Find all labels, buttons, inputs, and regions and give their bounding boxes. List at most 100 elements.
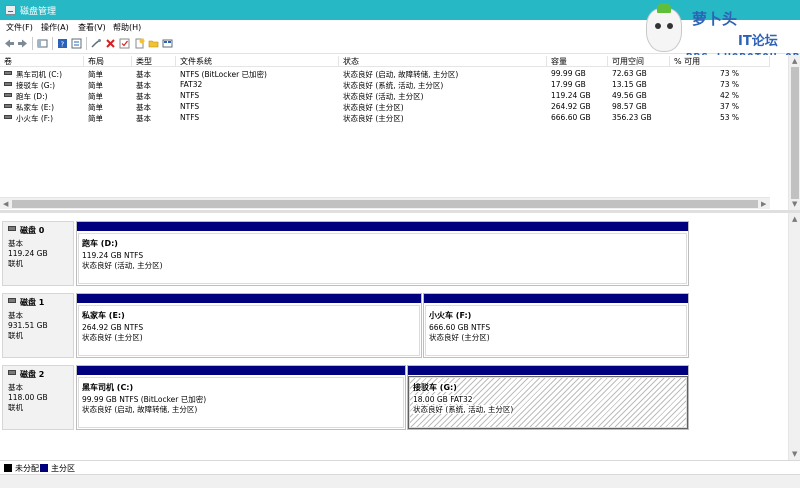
menu-action[interactable]: 操作(A) [41, 22, 69, 33]
disk-state: 联机 [8, 403, 23, 412]
column-header-capacity[interactable]: 容量 [547, 56, 608, 67]
cell-free-space: 72.63 GB [612, 69, 647, 78]
volume-icon [4, 82, 12, 86]
vertical-scrollbar[interactable]: ▲ ▼ [788, 55, 800, 210]
partition-title: 黑车司机 (C:) [82, 383, 134, 392]
scroll-down-arrow-icon[interactable]: ▼ [792, 450, 797, 458]
connect-icon[interactable] [91, 38, 102, 49]
disk-info[interactable]: 磁盘 2 基本 118.00 GB 联机 [2, 365, 74, 430]
scroll-right-arrow-icon[interactable]: ▶ [761, 200, 766, 208]
scroll-up-arrow-icon[interactable]: ▲ [792, 57, 797, 65]
partition-block[interactable]: 黑车司机 (C:) 99.99 GB NTFS (BitLocker 已加密) 状态… [76, 365, 406, 430]
menu-view[interactable]: 查看(V) [78, 22, 106, 33]
cell-layout: 简单 [88, 114, 103, 123]
vertical-scroll-thumb[interactable] [791, 67, 799, 199]
delete-icon[interactable] [105, 38, 116, 49]
forward-arrow-icon[interactable] [17, 38, 28, 49]
disk-type: 基本 [8, 311, 23, 320]
cell-capacity: 264.92 GB [551, 102, 591, 111]
column-header-status[interactable]: 状态 [339, 56, 547, 67]
partition-body: 黑车司机 (C:) 99.99 GB NTFS (BitLocker 已加密) 状态… [78, 377, 404, 428]
toolbar-separator [86, 37, 87, 50]
volume-list: 卷 布局 类型 文件系统 状态 容量 可用空间 % 可用 黑车司机 (C:) 简单… [0, 55, 800, 210]
legend-label-primary: 主分区 [51, 464, 75, 473]
scroll-left-arrow-icon[interactable]: ◀ [3, 200, 8, 208]
partition-status: 状态良好 (主分区) [429, 333, 490, 342]
disk-info[interactable]: 磁盘 1 基本 931.51 GB 联机 [2, 293, 74, 358]
partition-size-fs: 264.92 GB NTFS [82, 323, 144, 332]
column-header-type[interactable]: 类型 [132, 56, 176, 67]
table-row[interactable]: 小火车 (F:) 简单 基本 NTFS 状态良好 (主分区) 666.60 GB 356.2… [0, 112, 770, 123]
table-row[interactable]: 私家车 (E:) 简单 基本 NTFS 状态良好 (主分区) 264.92 GB 98.57… [0, 101, 770, 112]
help-icon[interactable]: ? [57, 38, 68, 49]
disk-name: 磁盘 1 [20, 298, 45, 307]
partition-block[interactable]: 小火车 (F:) 666.60 GB NTFS 状态良好 (主分区) [423, 293, 689, 358]
disk-row: 磁盘 2 基本 118.00 GB 联机 黑车司机 (C:) 99.99 GB NTFS … [0, 365, 800, 430]
cell-type: 基本 [136, 114, 151, 123]
partition-type-bar [77, 294, 421, 303]
legend-swatch-unallocated [4, 464, 12, 472]
partition-status: 状态良好 (系统, 活动, 主分区) [413, 405, 514, 414]
folder-icon[interactable] [148, 38, 159, 49]
partition-body: 小火车 (F:) 666.60 GB NTFS 状态良好 (主分区) [425, 305, 687, 356]
partition-size-fs: 99.99 GB NTFS (BitLocker 已加密) [82, 395, 207, 404]
cell-percent-free: 53 % [720, 113, 740, 122]
cell-capacity: 99.99 GB [551, 69, 586, 78]
cell-capacity: 17.99 GB [551, 80, 586, 89]
partition-size-fs: 666.60 GB NTFS [429, 323, 491, 332]
legend-swatch-primary [40, 464, 48, 472]
partition-status: 状态良好 (主分区) [82, 333, 143, 342]
column-header-free-space[interactable]: 可用空间 [608, 56, 670, 67]
partition-block[interactable]: 跑车 (D:) 119.24 GB NTFS 状态良好 (活动, 主分区) [76, 221, 689, 286]
volume-icon [4, 93, 12, 97]
partition-status: 状态良好 (启动, 故障转储, 主分区) [82, 405, 198, 414]
partition-block[interactable]: 接驳车 (G:) 18.00 GB FAT32 状态良好 (系统, 活动, 主分区) [407, 365, 689, 430]
table-row[interactable]: 接驳车 (G:) 简单 基本 FAT32 状态良好 (系统, 活动, 主分区) 17.99… [0, 79, 770, 90]
cell-percent-free: 73 % [720, 69, 740, 78]
properties-icon[interactable] [71, 38, 82, 49]
scroll-down-arrow-icon[interactable]: ▼ [792, 200, 797, 208]
column-header-filesystem[interactable]: 文件系统 [176, 56, 339, 67]
table-row[interactable]: 跑车 (D:) 简单 基本 NTFS 状态良好 (活动, 主分区) 119.24 GB 49… [0, 90, 770, 101]
partition-type-bar [77, 222, 688, 231]
disk-info[interactable]: 磁盘 0 基本 119.24 GB 联机 [2, 221, 74, 286]
partition-type-bar [408, 366, 688, 375]
view-icon[interactable] [162, 38, 173, 49]
partition-status: 状态良好 (活动, 主分区) [82, 261, 163, 270]
partition-title: 小火车 (F:) [429, 311, 472, 320]
horizontal-scroll-thumb[interactable] [12, 200, 758, 208]
cell-volume: 小火车 (F:) [16, 114, 53, 123]
cell-free-space: 13.15 GB [612, 80, 647, 89]
disk-icon [8, 298, 16, 303]
cell-free-space: 98.57 GB [612, 102, 647, 111]
column-header-volume[interactable]: 卷 [0, 56, 84, 67]
partition-body: 接驳车 (G:) 18.00 GB FAT32 状态良好 (系统, 活动, 主分区) [408, 376, 688, 429]
disk-row: 磁盘 0 基本 119.24 GB 联机 跑车 (D:) 119.24 GB NTFS 状态… [0, 221, 800, 286]
menu-help[interactable]: 帮助(H) [113, 22, 141, 33]
console-tree-icon[interactable] [37, 38, 48, 49]
svg-text:?: ? [61, 41, 65, 49]
volume-icon [4, 104, 12, 108]
partition-body: 私家车 (E:) 264.92 GB NTFS 状态良好 (主分区) [78, 305, 420, 356]
column-header-percent-free[interactable]: % 可用 [670, 56, 770, 67]
disk-size: 931.51 GB [8, 321, 48, 330]
disk-icon [8, 370, 16, 375]
new-icon[interactable] [134, 38, 145, 49]
disk-icon [8, 226, 16, 231]
partition-body: 跑车 (D:) 119.24 GB NTFS 状态良好 (活动, 主分区) [78, 233, 687, 284]
column-header-layout[interactable]: 布局 [84, 56, 132, 67]
partition-type-bar [77, 366, 405, 375]
cell-capacity: 119.24 GB [551, 91, 591, 100]
legend-bar: 未分配 主分区 [0, 460, 800, 474]
back-arrow-icon[interactable] [4, 38, 15, 49]
table-row[interactable]: 黑车司机 (C:) 简单 基本 NTFS (BitLocker 已加密) 状态良好 (启… [0, 68, 770, 79]
menu-file[interactable]: 文件(F) [6, 22, 33, 33]
scroll-up-arrow-icon[interactable]: ▲ [792, 215, 797, 223]
horizontal-scrollbar[interactable]: ◀ ▶ [0, 197, 770, 209]
disk-name: 磁盘 2 [20, 370, 45, 379]
disk-type: 基本 [8, 239, 23, 248]
partition-block[interactable]: 私家车 (E:) 264.92 GB NTFS 状态良好 (主分区) [76, 293, 422, 358]
check-icon[interactable] [119, 38, 130, 49]
cell-filesystem: NTFS [180, 102, 200, 111]
graph-vertical-scrollbar[interactable]: ▲ ▼ [788, 213, 800, 460]
